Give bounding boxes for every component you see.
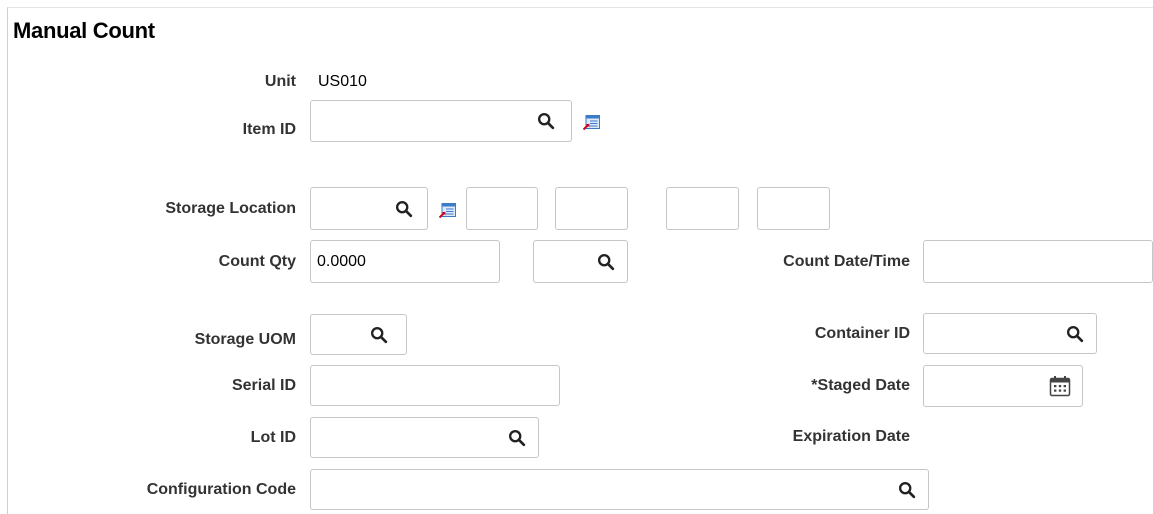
search-icon[interactable] (508, 429, 526, 447)
storage-location-field[interactable] (310, 187, 428, 230)
staged-date-field[interactable] (923, 365, 1083, 407)
related-content-icon[interactable] (583, 115, 600, 130)
storage-level-3-field[interactable] (666, 187, 739, 230)
page-title: Manual Count (13, 18, 155, 43)
storage-uom-field[interactable] (310, 314, 407, 355)
staged-date-label: *Staged Date (811, 377, 910, 394)
count-qty-field[interactable]: 0.0000 (310, 240, 500, 283)
configuration-code-field[interactable] (310, 469, 929, 510)
search-icon[interactable] (597, 253, 615, 271)
calendar-icon[interactable] (1049, 375, 1071, 397)
search-icon[interactable] (898, 481, 916, 499)
expiration-date-label: Expiration Date (792, 428, 910, 445)
item-id-label: Item ID (242, 121, 296, 138)
search-icon[interactable] (537, 112, 555, 130)
storage-level-4-field[interactable] (757, 187, 830, 230)
count-date-time-label: Count Date/Time (783, 253, 910, 270)
serial-id-field[interactable] (310, 365, 560, 406)
container-id-label: Container ID (814, 325, 910, 342)
storage-uom-label: Storage UOM (194, 331, 296, 348)
count-qty-label: Count Qty (218, 253, 296, 270)
search-icon[interactable] (370, 326, 388, 344)
storage-location-label: Storage Location (165, 200, 296, 217)
count-qty-value: 0.0000 (317, 252, 366, 270)
search-icon[interactable] (395, 200, 413, 218)
lot-id-label: Lot ID (250, 429, 296, 446)
serial-id-label: Serial ID (231, 377, 296, 394)
item-id-field[interactable] (310, 100, 572, 142)
container-id-field[interactable] (923, 313, 1097, 354)
unit-label: Unit (264, 73, 296, 90)
storage-level-2-field[interactable] (555, 187, 628, 230)
count-uom-field[interactable] (533, 240, 628, 283)
related-content-icon[interactable] (439, 203, 456, 218)
storage-level-1-field[interactable] (466, 187, 538, 230)
configuration-code-label: Configuration Code (146, 481, 296, 498)
count-date-time-field[interactable] (923, 240, 1153, 283)
lot-id-field[interactable] (310, 417, 539, 458)
unit-value: US010 (318, 73, 367, 90)
search-icon[interactable] (1066, 325, 1084, 343)
